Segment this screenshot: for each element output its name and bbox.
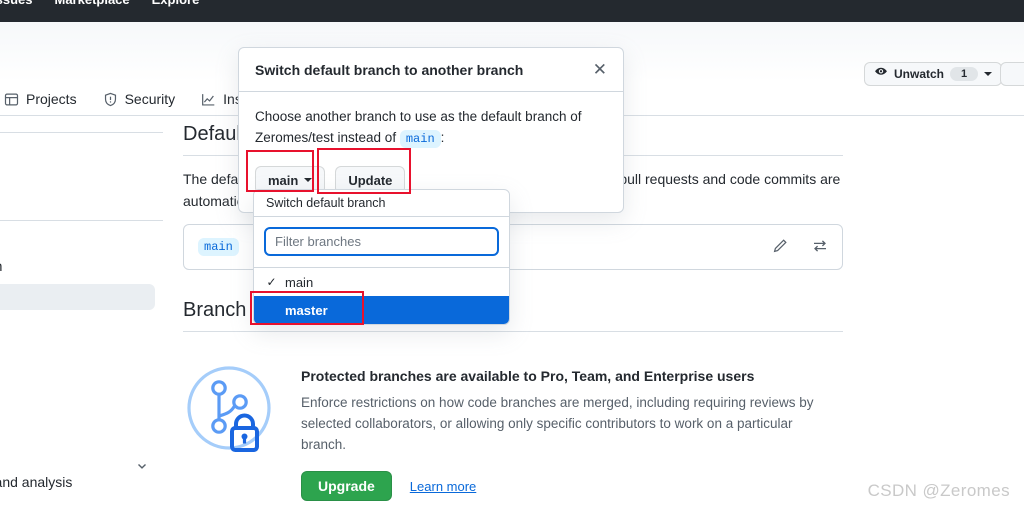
sidebar-item-code-security-and-analysis[interactable]: rity and analysis [0, 469, 155, 495]
unwatch-label: Unwatch [893, 67, 944, 81]
swap-icon[interactable] [812, 238, 828, 257]
branch-option-main[interactable]: ✓ main [254, 268, 509, 296]
dialog-title: Switch default branch to another branch [255, 61, 524, 78]
branch-lock-illustration [183, 362, 279, 458]
global-nav-item-explore[interactable]: Explore [152, 0, 200, 7]
upsell-actions: Upgrade Learn more [301, 471, 821, 501]
dialog-desc-colon: : [440, 130, 445, 145]
check-icon: ✓ [266, 275, 277, 289]
tab-security[interactable]: Security [103, 91, 176, 107]
chevron-down-icon [304, 178, 313, 182]
dropdown-filter-wrapper [254, 217, 509, 268]
sidebar-item-collaborators[interactable]: ors [0, 178, 155, 204]
branch-protection-upsell-panel: Protected branches are available to Pro,… [183, 362, 843, 501]
projects-icon [4, 92, 19, 107]
branch-protection-section: Branch protection rules Protecte [183, 296, 843, 501]
branch-option-master[interactable]: master [254, 296, 509, 324]
tab-projects-label: Projects [26, 91, 77, 107]
upsell-description: Enforce restrictions on how code branche… [301, 395, 814, 452]
branch-dropdown-panel: Switch default branch ✓ main master [253, 189, 510, 325]
sidebar-divider-2 [0, 220, 163, 221]
sidebar-divider-1 [0, 132, 163, 133]
default-branch-row-actions [772, 238, 828, 257]
upgrade-button[interactable]: Upgrade [301, 471, 392, 501]
sidebar-item-label: ation [0, 258, 2, 274]
global-nav-item-marketplace[interactable]: Marketplace [54, 0, 129, 7]
watermark: CSDN @Zeromes [867, 481, 1010, 500]
branch-selector-label: main [268, 172, 299, 188]
branch-option-label: main [285, 274, 314, 290]
dropdown-header: Switch default branch [254, 190, 509, 217]
eye-icon [874, 66, 888, 83]
settings-sidebar: ors ation rity and analysis rs [0, 120, 163, 511]
upsell-title: Protected branches are available to Pro,… [301, 368, 755, 384]
tab-security-label: Security [124, 91, 176, 107]
filter-branches-input[interactable] [264, 227, 499, 256]
sidebar-item-runners[interactable]: rs [0, 499, 155, 525]
dialog-branch-chip: main [399, 130, 441, 148]
graph-icon [201, 92, 216, 107]
global-nav-items: Issues Marketplace Explore [0, 0, 199, 7]
dialog-desc-repo: Zeromes/test instead of [255, 130, 397, 145]
shield-icon [103, 92, 118, 107]
pencil-icon[interactable] [772, 238, 788, 257]
tab-projects[interactable]: Projects [4, 91, 77, 107]
dialog-description: Choose another branch to use as the defa… [255, 106, 607, 150]
global-navigation-bar: Issues Marketplace Explore [0, 0, 1024, 22]
current-branch-chip: main [198, 238, 239, 256]
learn-more-link[interactable]: Learn more [410, 479, 476, 494]
branch-option-label: master [285, 302, 328, 318]
sidebar-item-branches[interactable] [0, 284, 155, 310]
sidebar-item-moderation[interactable]: ation [0, 253, 155, 279]
dialog-header: Switch default branch to another branch … [239, 48, 623, 92]
section-divider [183, 331, 843, 332]
dialog-desc-line1: Choose another branch to use as the defa… [255, 109, 582, 124]
global-nav-item-issues[interactable]: Issues [0, 0, 32, 7]
close-icon[interactable]: ✕ [593, 61, 607, 78]
watch-count: 1 [950, 67, 978, 81]
chevron-down-icon [984, 72, 992, 76]
branch-protection-copy: Protected branches are available to Pro,… [301, 362, 821, 501]
sidebar-item-label: rity and analysis [0, 474, 73, 490]
